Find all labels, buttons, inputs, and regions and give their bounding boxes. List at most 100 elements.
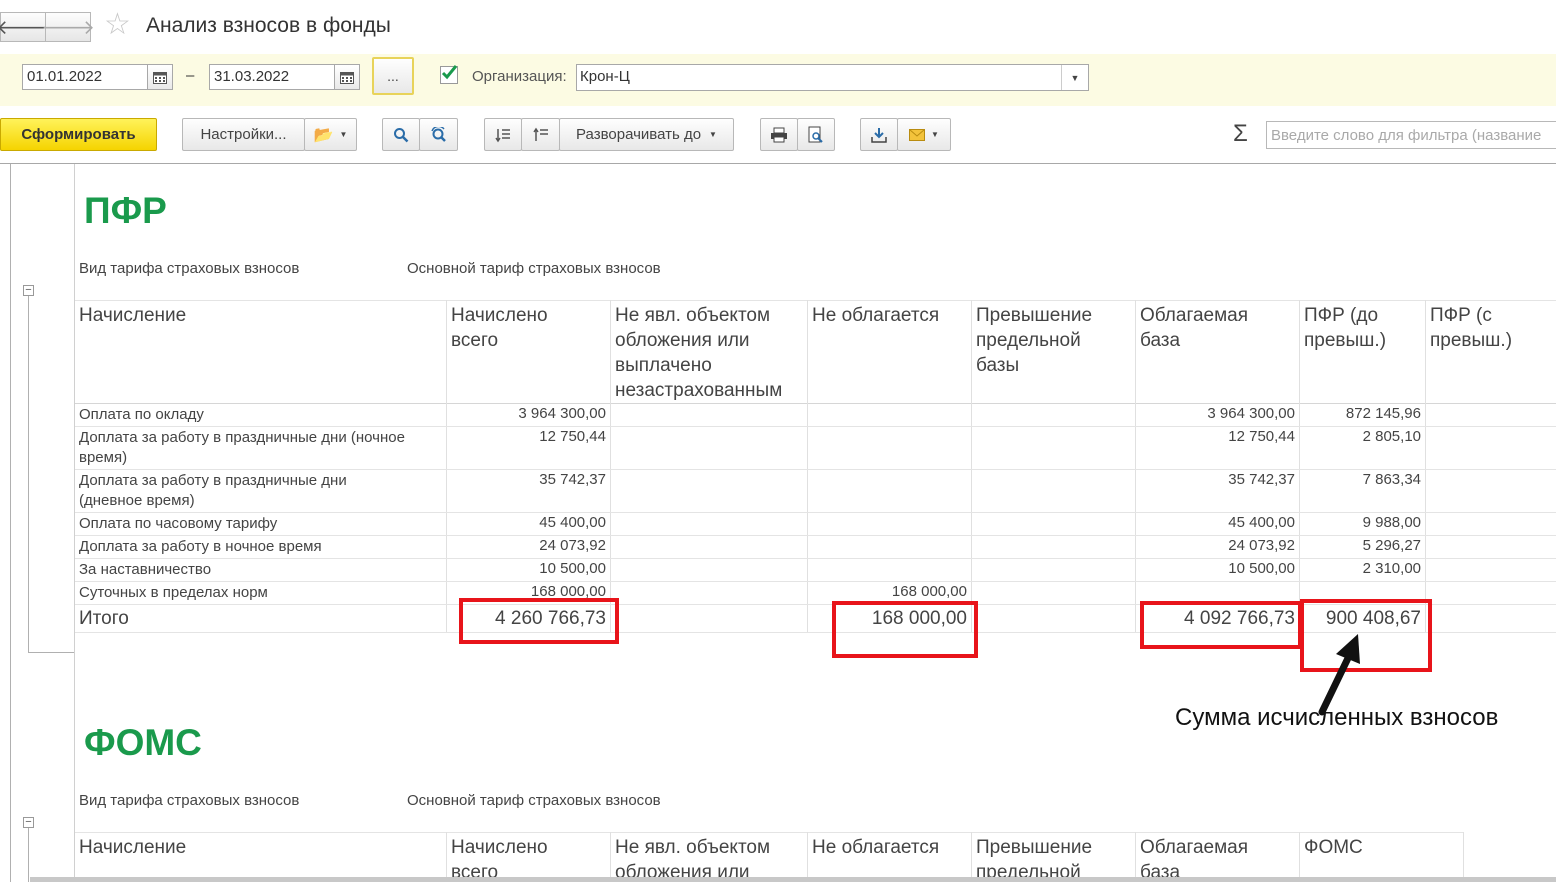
filter-input[interactable]: Введите слово для фильтра (название xyxy=(1266,121,1556,149)
foms-header-row: Начисление Начислено всего Не явл. объек… xyxy=(75,832,1463,878)
column-header: Превышение предельной xyxy=(976,837,1093,878)
table-row-label: Оплата по часовому тарифу xyxy=(79,515,278,532)
date-to-calendar-button[interactable] xyxy=(334,64,360,90)
date-to-field[interactable]: 31.03.2022 xyxy=(209,64,335,90)
taxable-base-cell: 10 500,00 xyxy=(1228,560,1295,577)
foms-section-title: ФОМС xyxy=(84,722,202,763)
column-header: Начислено всего xyxy=(451,305,548,351)
column-divider xyxy=(1299,300,1300,632)
row-divider xyxy=(75,469,1556,470)
table-border xyxy=(75,403,1556,404)
column-divider xyxy=(1135,300,1136,632)
dropdown-arrow-icon: ▼ xyxy=(709,130,717,139)
printer-icon xyxy=(771,127,787,142)
total-row-label: Итого xyxy=(79,608,129,629)
not-taxable-cell: 168 000,00 xyxy=(891,583,967,600)
column-header: Не облагается xyxy=(812,305,940,326)
search-button[interactable] xyxy=(382,118,420,151)
foms-tariff-value: Основной тариф страховых взносов xyxy=(407,792,661,809)
pfr-amount-cell: 9 988,00 xyxy=(1362,514,1421,531)
calendar-icon xyxy=(153,71,167,84)
collapse-groups-button[interactable] xyxy=(484,118,522,151)
column-header: Не явл. объектом обложения или выплачено… xyxy=(615,305,783,401)
print-preview-icon xyxy=(808,126,823,143)
pfr-tariff-label: Вид тарифа страховых взносов xyxy=(79,260,300,277)
date-from-field[interactable]: 01.01.2022 xyxy=(22,64,148,90)
annotation-text: Сумма исчисленных взносов xyxy=(1175,704,1499,731)
checkmark-icon xyxy=(441,65,458,80)
column-header: ПФР (с превыш.) xyxy=(1430,305,1513,351)
pfr-amount-cell: 5 296,27 xyxy=(1362,537,1421,554)
pfr-amount-cell: 2 310,00 xyxy=(1362,560,1421,577)
table-row-label: Доплата за работу в праздничные дни (ноч… xyxy=(79,429,405,466)
accrued-total-cell: 24 073,92 xyxy=(539,537,606,554)
organization-dropdown-button[interactable]: ▼ xyxy=(1061,65,1088,90)
dropdown-arrow-icon: ▼ xyxy=(931,130,939,139)
search-refresh-icon xyxy=(430,126,446,142)
column-header: ФОМС xyxy=(1304,837,1363,858)
column-divider xyxy=(1463,832,1464,882)
date-from-calendar-button[interactable] xyxy=(147,64,173,90)
horizontal-scrollbar[interactable] xyxy=(30,877,1556,882)
column-header: Облагаемая база xyxy=(1140,305,1249,351)
report-variants-icon: 📂 xyxy=(313,126,334,144)
highlight-box xyxy=(832,601,978,658)
sum-icon[interactable]: Σ xyxy=(1233,120,1248,148)
taxable-base-cell: 12 750,44 xyxy=(1228,428,1295,445)
collapse-group-icon[interactable]: − xyxy=(23,285,34,296)
taxable-base-cell: 24 073,92 xyxy=(1228,537,1295,554)
pfr-section-title: ПФР xyxy=(84,190,167,231)
column-header: Облагаемая база xyxy=(1140,837,1249,878)
organization-field[interactable]: Крон-Ц ▼ xyxy=(576,64,1089,91)
column-divider xyxy=(1425,300,1426,632)
table-border xyxy=(75,300,1556,301)
favorite-star-icon[interactable]: ☆ xyxy=(104,10,131,40)
dropdown-arrow-icon: ▼ xyxy=(339,130,348,139)
envelope-icon xyxy=(909,128,926,141)
calendar-icon xyxy=(340,71,354,84)
forward-button[interactable]: 🡒 xyxy=(41,12,95,42)
expand-groups-button[interactable] xyxy=(521,118,560,151)
period-select-button[interactable]: ... xyxy=(372,57,414,95)
highlight-box xyxy=(1140,601,1302,649)
column-header: Не явл. объектом обложения или xyxy=(615,837,771,878)
table-row-label: За наставничество xyxy=(79,561,212,578)
settings-button[interactable]: Настройки... xyxy=(182,118,305,151)
pfr-amount-cell: 2 805,10 xyxy=(1362,428,1421,445)
row-divider xyxy=(75,426,1556,427)
arrow-right-icon: 🡒 xyxy=(41,16,95,39)
column-header: Превышение предельной базы xyxy=(976,305,1093,376)
highlight-box xyxy=(459,598,619,644)
accrued-total-cell: 10 500,00 xyxy=(539,560,606,577)
print-preview-button[interactable] xyxy=(797,118,835,151)
pfr-amount-cell: 872 145,96 xyxy=(1345,405,1421,422)
table-row-label: Суточных в пределах норм xyxy=(79,584,268,601)
send-email-button[interactable]: ▼ xyxy=(897,118,951,151)
collapse-group-icon[interactable]: − xyxy=(23,817,34,828)
expand-to-level-label: Разворачивать до xyxy=(576,126,702,143)
dropdown-arrow-icon: ▼ xyxy=(1070,72,1080,83)
organization-value: Крон-Ц xyxy=(580,68,630,85)
column-divider xyxy=(971,300,972,632)
report-gutter-line xyxy=(74,164,75,882)
column-header: Не облагается xyxy=(812,837,940,858)
save-button[interactable] xyxy=(860,118,898,151)
row-divider xyxy=(75,581,1556,582)
search-icon xyxy=(394,127,409,142)
column-divider xyxy=(610,300,611,632)
group-bracket xyxy=(28,296,29,653)
report-gutter-line xyxy=(10,164,11,882)
print-button[interactable] xyxy=(760,118,798,151)
download-icon xyxy=(871,127,887,143)
taxable-base-cell: 45 400,00 xyxy=(1228,514,1295,531)
back-button[interactable]: 🡐 xyxy=(0,12,50,42)
column-header: Начислено всего xyxy=(451,837,548,878)
accrued-total-cell: 3 964 300,00 xyxy=(518,405,606,422)
pfr-tariff-value: Основной тариф страховых взносов xyxy=(407,260,661,277)
column-header: Начисление xyxy=(79,837,187,858)
variant-menu-button[interactable]: 📂 ▼ xyxy=(304,118,357,151)
organization-checkbox[interactable] xyxy=(440,65,458,84)
search-next-button[interactable] xyxy=(419,118,458,151)
expand-to-level-button[interactable]: Разворачивать до ▼ xyxy=(559,118,734,151)
generate-report-button[interactable]: Сформировать xyxy=(0,118,157,151)
